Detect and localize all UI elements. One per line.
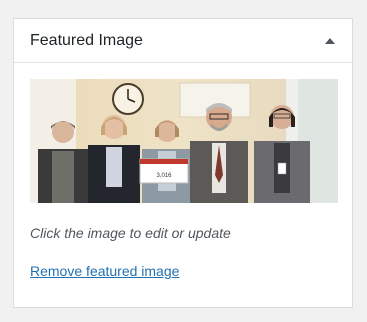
featured-image[interactable]: 3,016 (30, 79, 338, 203)
remove-featured-image-link[interactable]: Remove featured image (30, 262, 179, 280)
featured-image-panel: Featured Image 3,016 Click the image to … (13, 18, 353, 308)
panel-header: Featured Image (14, 19, 352, 63)
panel-title: Featured Image (30, 32, 143, 49)
image-caption: Click the image to edit or update (30, 225, 231, 241)
triangle-up-icon (325, 38, 335, 44)
panel-toggle-button[interactable] (316, 27, 344, 55)
cheque-amount: 3,016 (156, 173, 172, 179)
featured-image-photo: 3,016 (30, 79, 338, 203)
